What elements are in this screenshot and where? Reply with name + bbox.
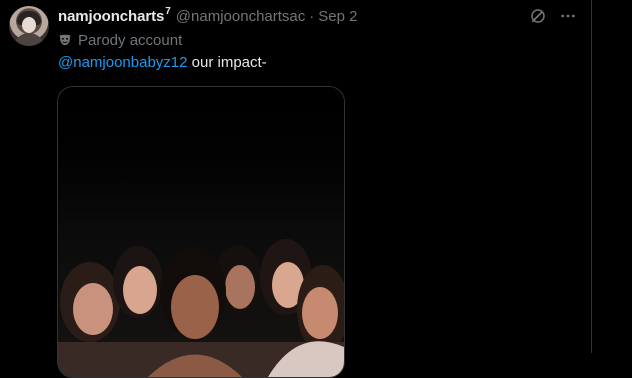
person-2-face xyxy=(123,266,157,314)
grok-icon[interactable] xyxy=(529,7,547,25)
timeline-divider xyxy=(591,0,592,353)
display-name-superscript: 7 xyxy=(165,5,171,17)
user-handle[interactable]: @namjoonchartsac xyxy=(176,8,305,25)
avatar-face-shape xyxy=(22,17,36,33)
tweet-actions xyxy=(529,7,577,25)
tweet-date[interactable]: Sep 2 xyxy=(318,8,357,25)
person-3-face xyxy=(171,275,219,339)
mention-link[interactable]: @namjoonbabyz12 xyxy=(58,54,187,71)
person-6-face xyxy=(302,287,338,339)
separator-dot: · xyxy=(309,7,315,25)
mask-icon xyxy=(59,34,71,46)
person-4-face xyxy=(225,265,255,309)
avatar[interactable] xyxy=(9,6,49,46)
tweet-header: namjooncharts 7 @namjoonchartsac · Sep 2 xyxy=(58,6,357,26)
parody-label: Parody account xyxy=(78,31,183,49)
tweet[interactable]: namjooncharts 7 @namjoonchartsac · Sep 2… xyxy=(0,0,591,378)
parody-badge: Parody account xyxy=(58,30,182,50)
tweet-text: our impact- xyxy=(187,54,267,71)
avatar-body-shape xyxy=(13,33,45,46)
tweet-body: @namjoonbabyz12 our impact- xyxy=(58,54,267,71)
display-name[interactable]: namjooncharts xyxy=(58,8,164,25)
video-top-fade xyxy=(58,87,344,207)
video-frame xyxy=(58,87,344,377)
person-1-face xyxy=(73,283,113,335)
tweet-video[interactable] xyxy=(57,86,345,378)
more-icon[interactable] xyxy=(559,7,577,25)
